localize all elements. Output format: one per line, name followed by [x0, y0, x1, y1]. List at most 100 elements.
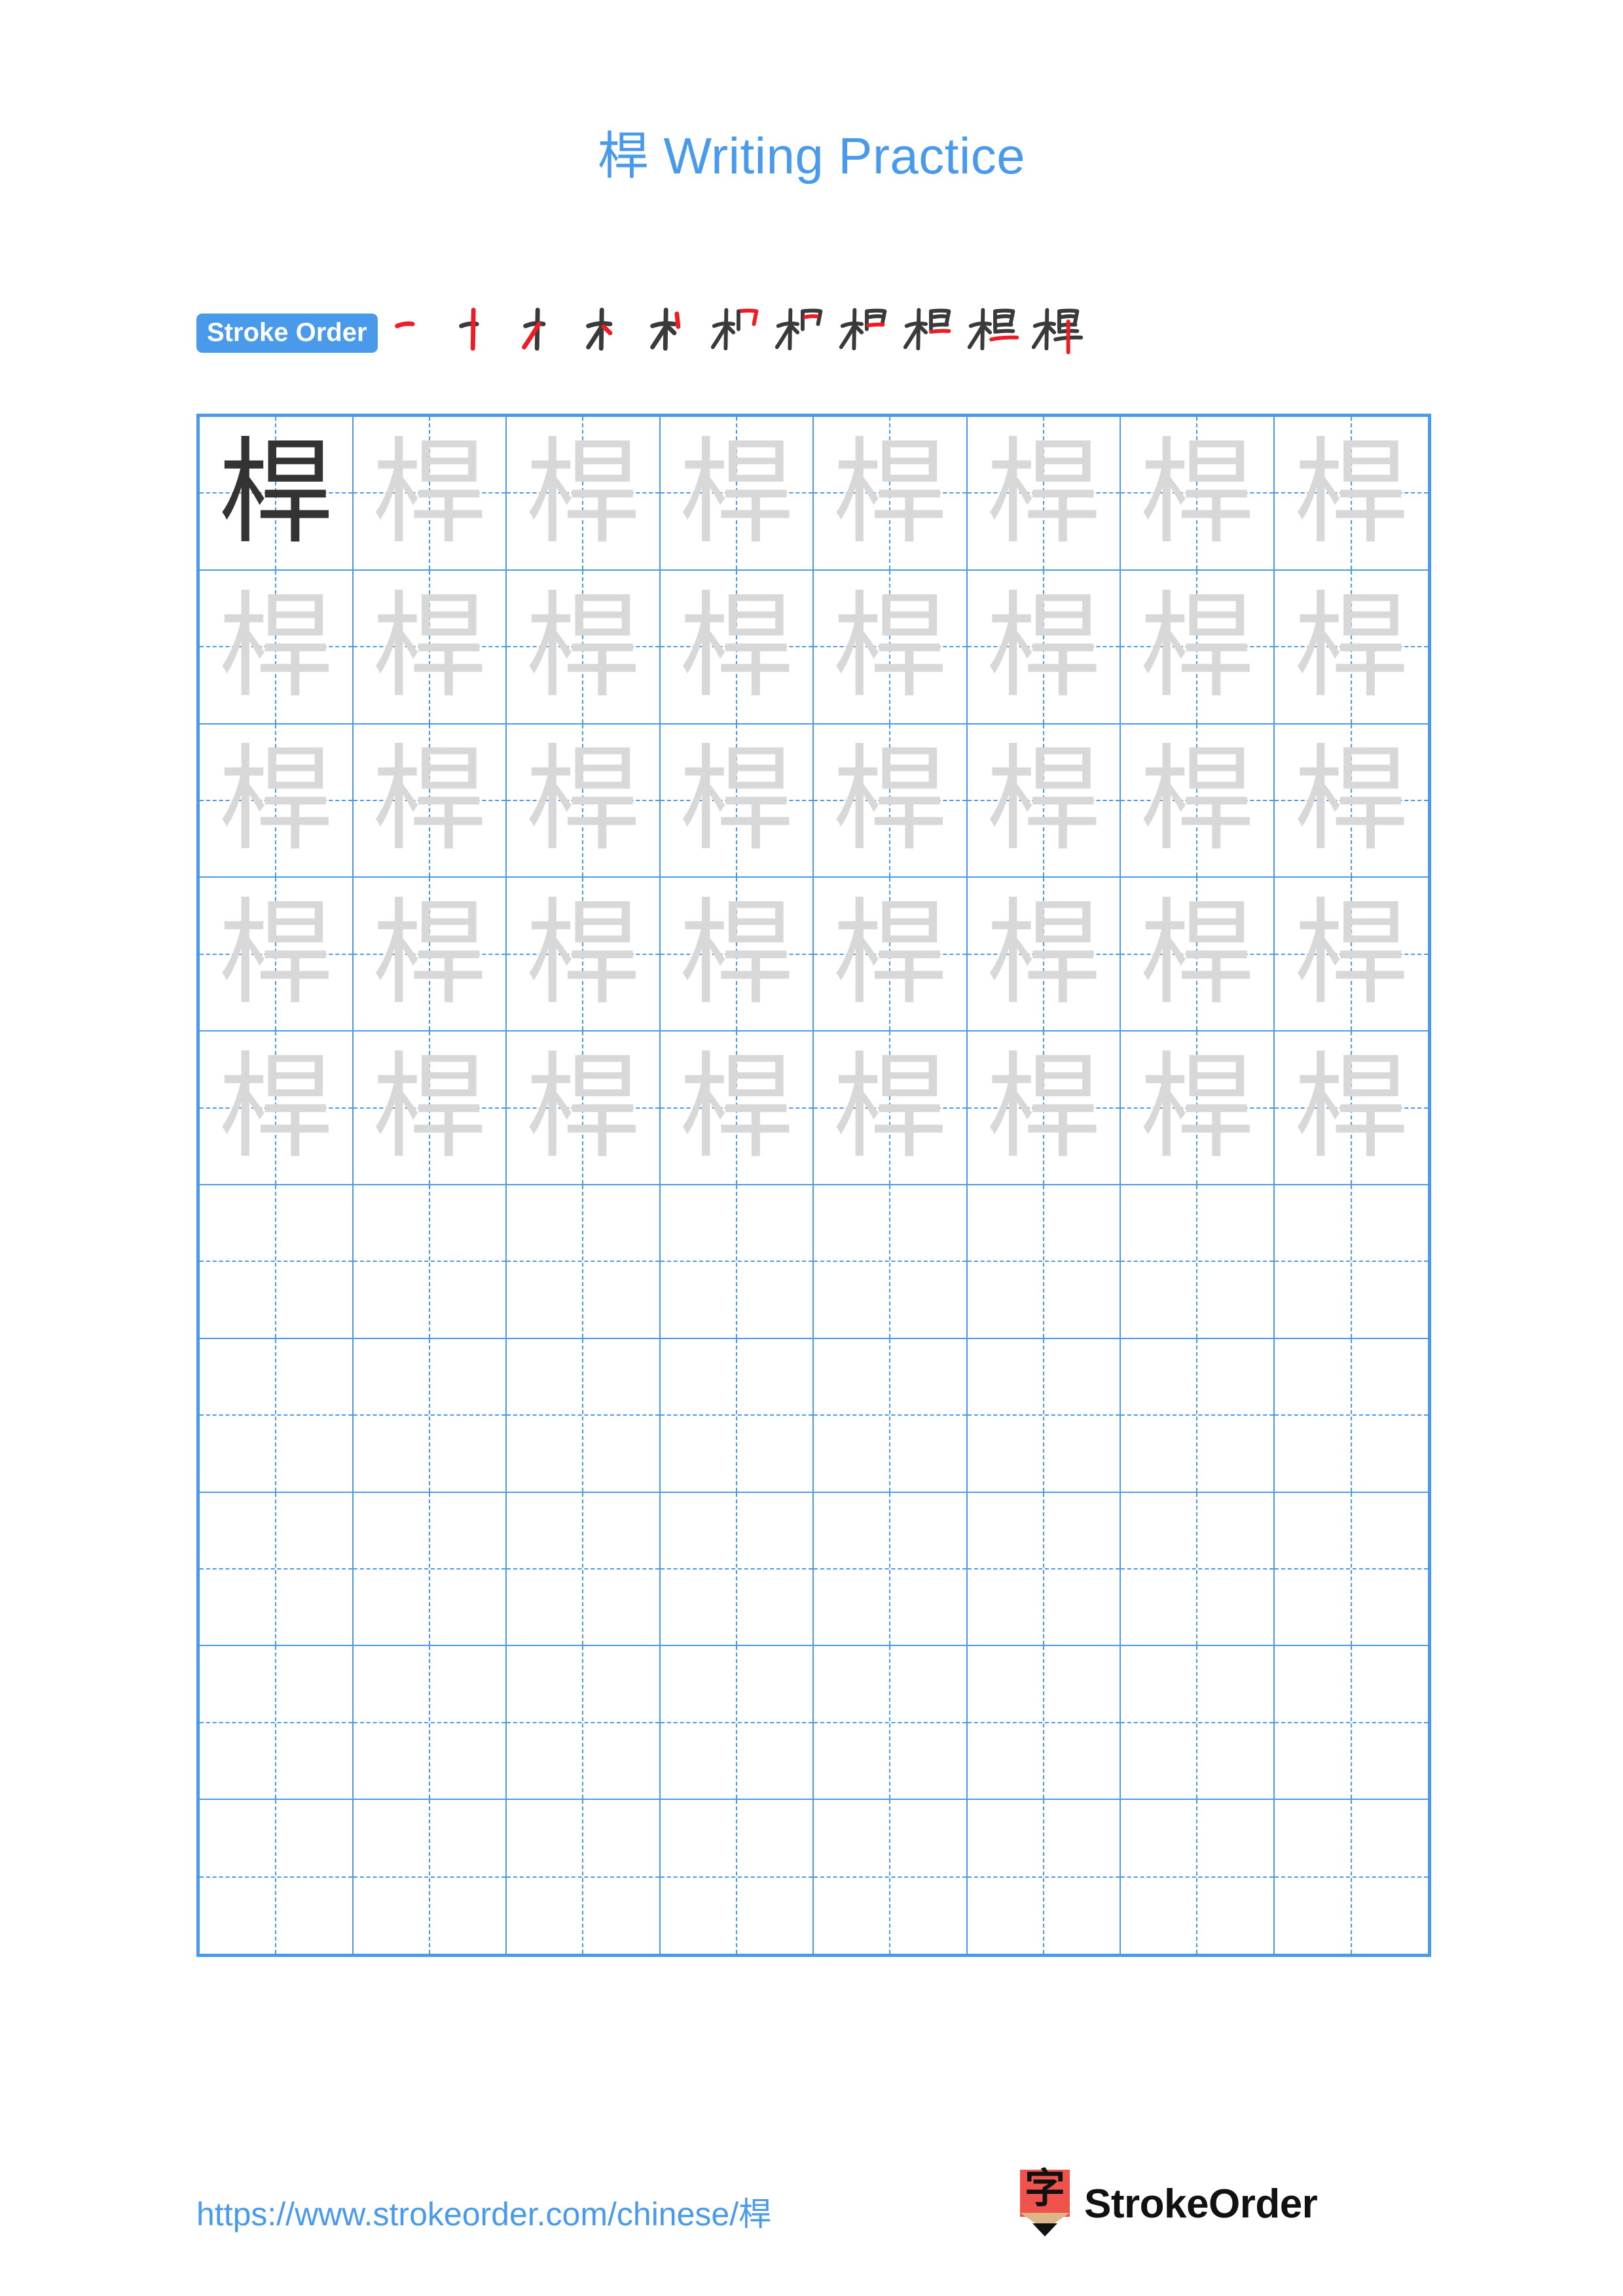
practice-cell-r3-c2[interactable]: 桿 — [353, 724, 507, 878]
practice-cell-r9-c8[interactable] — [1274, 1646, 1428, 1801]
practice-cell-r7-c6[interactable] — [967, 1338, 1121, 1493]
practice-cell-r3-c8[interactable]: 桿 — [1274, 725, 1428, 878]
practice-cell-r1-c8[interactable]: 桿 — [1274, 417, 1428, 571]
trace-character: 桿 — [986, 888, 1101, 1021]
practice-cell-r7-c3[interactable] — [507, 1338, 661, 1493]
practice-cell-r2-c5[interactable]: 桿 — [814, 570, 968, 725]
practice-cell-r5-c8[interactable]: 桿 — [1274, 1031, 1428, 1185]
pencil-tip — [1032, 2223, 1057, 2236]
practice-cell-r2-c4[interactable]: 桿 — [660, 570, 814, 725]
trace-character: 桿 — [832, 426, 947, 560]
practice-cell-r7-c1[interactable] — [200, 1338, 354, 1493]
practice-cell-r10-c5[interactable] — [814, 1800, 968, 1954]
page-title: 桿 Writing Practice — [597, 127, 1026, 185]
practice-cell-r8-c5[interactable] — [814, 1492, 968, 1647]
trace-character: 桿 — [986, 734, 1101, 867]
practice-cell-r9-c1[interactable] — [200, 1646, 354, 1801]
stroke-step-5 — [641, 296, 705, 360]
trace-character: 桿 — [679, 580, 794, 713]
practice-cell-r3-c5[interactable]: 桿 — [814, 724, 968, 878]
practice-cell-r4-c2[interactable]: 桿 — [353, 878, 507, 1032]
stroke-step-1 — [384, 296, 448, 360]
footer-url-link[interactable]: https://www.strokeorder.com/chinese/桿 — [196, 2188, 771, 2235]
practice-cell-r6-c3[interactable] — [507, 1185, 661, 1339]
practice-cell-r10-c6[interactable] — [968, 1800, 1121, 1954]
practice-cell-r5-c1[interactable]: 桿 — [200, 1031, 354, 1185]
practice-cell-r8-c6[interactable] — [967, 1492, 1121, 1647]
practice-cell-r10-c3[interactable] — [507, 1800, 661, 1954]
practice-cell-r1-c6[interactable]: 桿 — [967, 417, 1121, 571]
practice-cell-r5-c4[interactable]: 桿 — [660, 1031, 814, 1185]
stroke-step-11 — [1026, 296, 1090, 360]
practice-cell-r1-c4[interactable]: 桿 — [660, 417, 814, 571]
trace-character: 桿 — [679, 734, 794, 867]
practice-cell-r10-c1[interactable] — [200, 1800, 354, 1954]
practice-cell-r3-c4[interactable]: 桿 — [660, 724, 814, 878]
practice-cell-r7-c2[interactable] — [353, 1338, 507, 1493]
practice-cell-r2-c3[interactable]: 桿 — [507, 570, 661, 725]
practice-cell-r2-c8[interactable]: 桿 — [1274, 571, 1428, 725]
practice-cell-r9-c7[interactable] — [1121, 1646, 1275, 1801]
practice-cell-r4-c8[interactable]: 桿 — [1274, 878, 1428, 1032]
practice-cell-r9-c5[interactable] — [814, 1646, 968, 1801]
practice-cell-r10-c4[interactable] — [661, 1800, 814, 1954]
strokeorder-logo[interactable]: 字 StrokeOrder — [1020, 2167, 1318, 2240]
practice-cell-r2-c2[interactable]: 桿 — [353, 570, 507, 725]
practice-cell-r5-c2[interactable]: 桿 — [353, 1031, 507, 1185]
practice-cell-r7-c7[interactable] — [1121, 1338, 1275, 1493]
practice-cell-r6-c6[interactable] — [967, 1185, 1121, 1339]
practice-cell-r9-c3[interactable] — [507, 1646, 661, 1801]
practice-cell-r6-c4[interactable] — [660, 1185, 814, 1339]
practice-cell-r4-c4[interactable]: 桿 — [660, 878, 814, 1032]
practice-cell-r6-c7[interactable] — [1121, 1185, 1275, 1339]
practice-cell-r4-c7[interactable]: 桿 — [1121, 878, 1275, 1032]
trace-character: 桿 — [372, 426, 487, 560]
practice-cell-r1-c7[interactable]: 桿 — [1121, 417, 1275, 571]
practice-cell-r10-c8[interactable] — [1275, 1800, 1429, 1954]
trace-character: 桿 — [372, 734, 487, 867]
practice-cell-r8-c1[interactable] — [200, 1492, 354, 1647]
practice-cell-r8-c3[interactable] — [507, 1492, 661, 1647]
stroke-order-section: Stroke Order — [196, 305, 1090, 361]
practice-cell-r9-c4[interactable] — [660, 1646, 814, 1801]
practice-cell-r6-c5[interactable] — [814, 1185, 968, 1339]
practice-cell-r1-c2[interactable]: 桿 — [353, 417, 507, 571]
practice-cell-r6-c8[interactable] — [1274, 1185, 1428, 1339]
practice-cell-r1-c5[interactable]: 桿 — [814, 417, 968, 571]
practice-cell-r2-c1[interactable]: 桿 — [200, 570, 354, 725]
practice-cell-r10-c7[interactable] — [1121, 1800, 1275, 1954]
trace-character: 桿 — [525, 580, 640, 713]
practice-cell-r6-c2[interactable] — [353, 1185, 507, 1339]
practice-cell-r7-c5[interactable] — [814, 1338, 968, 1493]
practice-cell-r9-c2[interactable] — [353, 1646, 507, 1801]
practice-cell-r9-c6[interactable] — [967, 1646, 1121, 1801]
trace-character: 桿 — [1294, 580, 1409, 713]
trace-character: 桿 — [679, 426, 794, 560]
practice-cell-r1-c3[interactable]: 桿 — [507, 417, 661, 571]
practice-cell-r1-c1[interactable]: 桿 — [200, 417, 354, 571]
practice-cell-r5-c5[interactable]: 桿 — [814, 1031, 968, 1185]
practice-cell-r8-c7[interactable] — [1121, 1492, 1275, 1647]
practice-cell-r5-c7[interactable]: 桿 — [1121, 1031, 1275, 1185]
stroke-step-3 — [513, 296, 577, 360]
practice-cell-r4-c3[interactable]: 桿 — [507, 878, 661, 1032]
practice-cell-r8-c2[interactable] — [353, 1492, 507, 1647]
practice-cell-r3-c7[interactable]: 桿 — [1121, 724, 1275, 878]
practice-cell-r7-c8[interactable] — [1274, 1339, 1428, 1493]
practice-cell-r4-c6[interactable]: 桿 — [967, 878, 1121, 1032]
practice-cell-r8-c8[interactable] — [1274, 1493, 1428, 1647]
trace-character: 桿 — [986, 580, 1101, 713]
practice-cell-r3-c1[interactable]: 桿 — [200, 724, 354, 878]
practice-cell-r2-c6[interactable]: 桿 — [967, 570, 1121, 725]
practice-cell-r4-c1[interactable]: 桿 — [200, 878, 354, 1032]
practice-cell-r6-c1[interactable] — [200, 1185, 354, 1339]
practice-cell-r5-c6[interactable]: 桿 — [967, 1031, 1121, 1185]
practice-cell-r10-c2[interactable] — [354, 1800, 507, 1954]
practice-cell-r3-c3[interactable]: 桿 — [507, 724, 661, 878]
practice-cell-r7-c4[interactable] — [660, 1338, 814, 1493]
practice-cell-r5-c3[interactable]: 桿 — [507, 1031, 661, 1185]
practice-cell-r8-c4[interactable] — [660, 1492, 814, 1647]
practice-cell-r2-c7[interactable]: 桿 — [1121, 570, 1275, 725]
practice-cell-r3-c6[interactable]: 桿 — [967, 724, 1121, 878]
practice-cell-r4-c5[interactable]: 桿 — [814, 878, 968, 1032]
